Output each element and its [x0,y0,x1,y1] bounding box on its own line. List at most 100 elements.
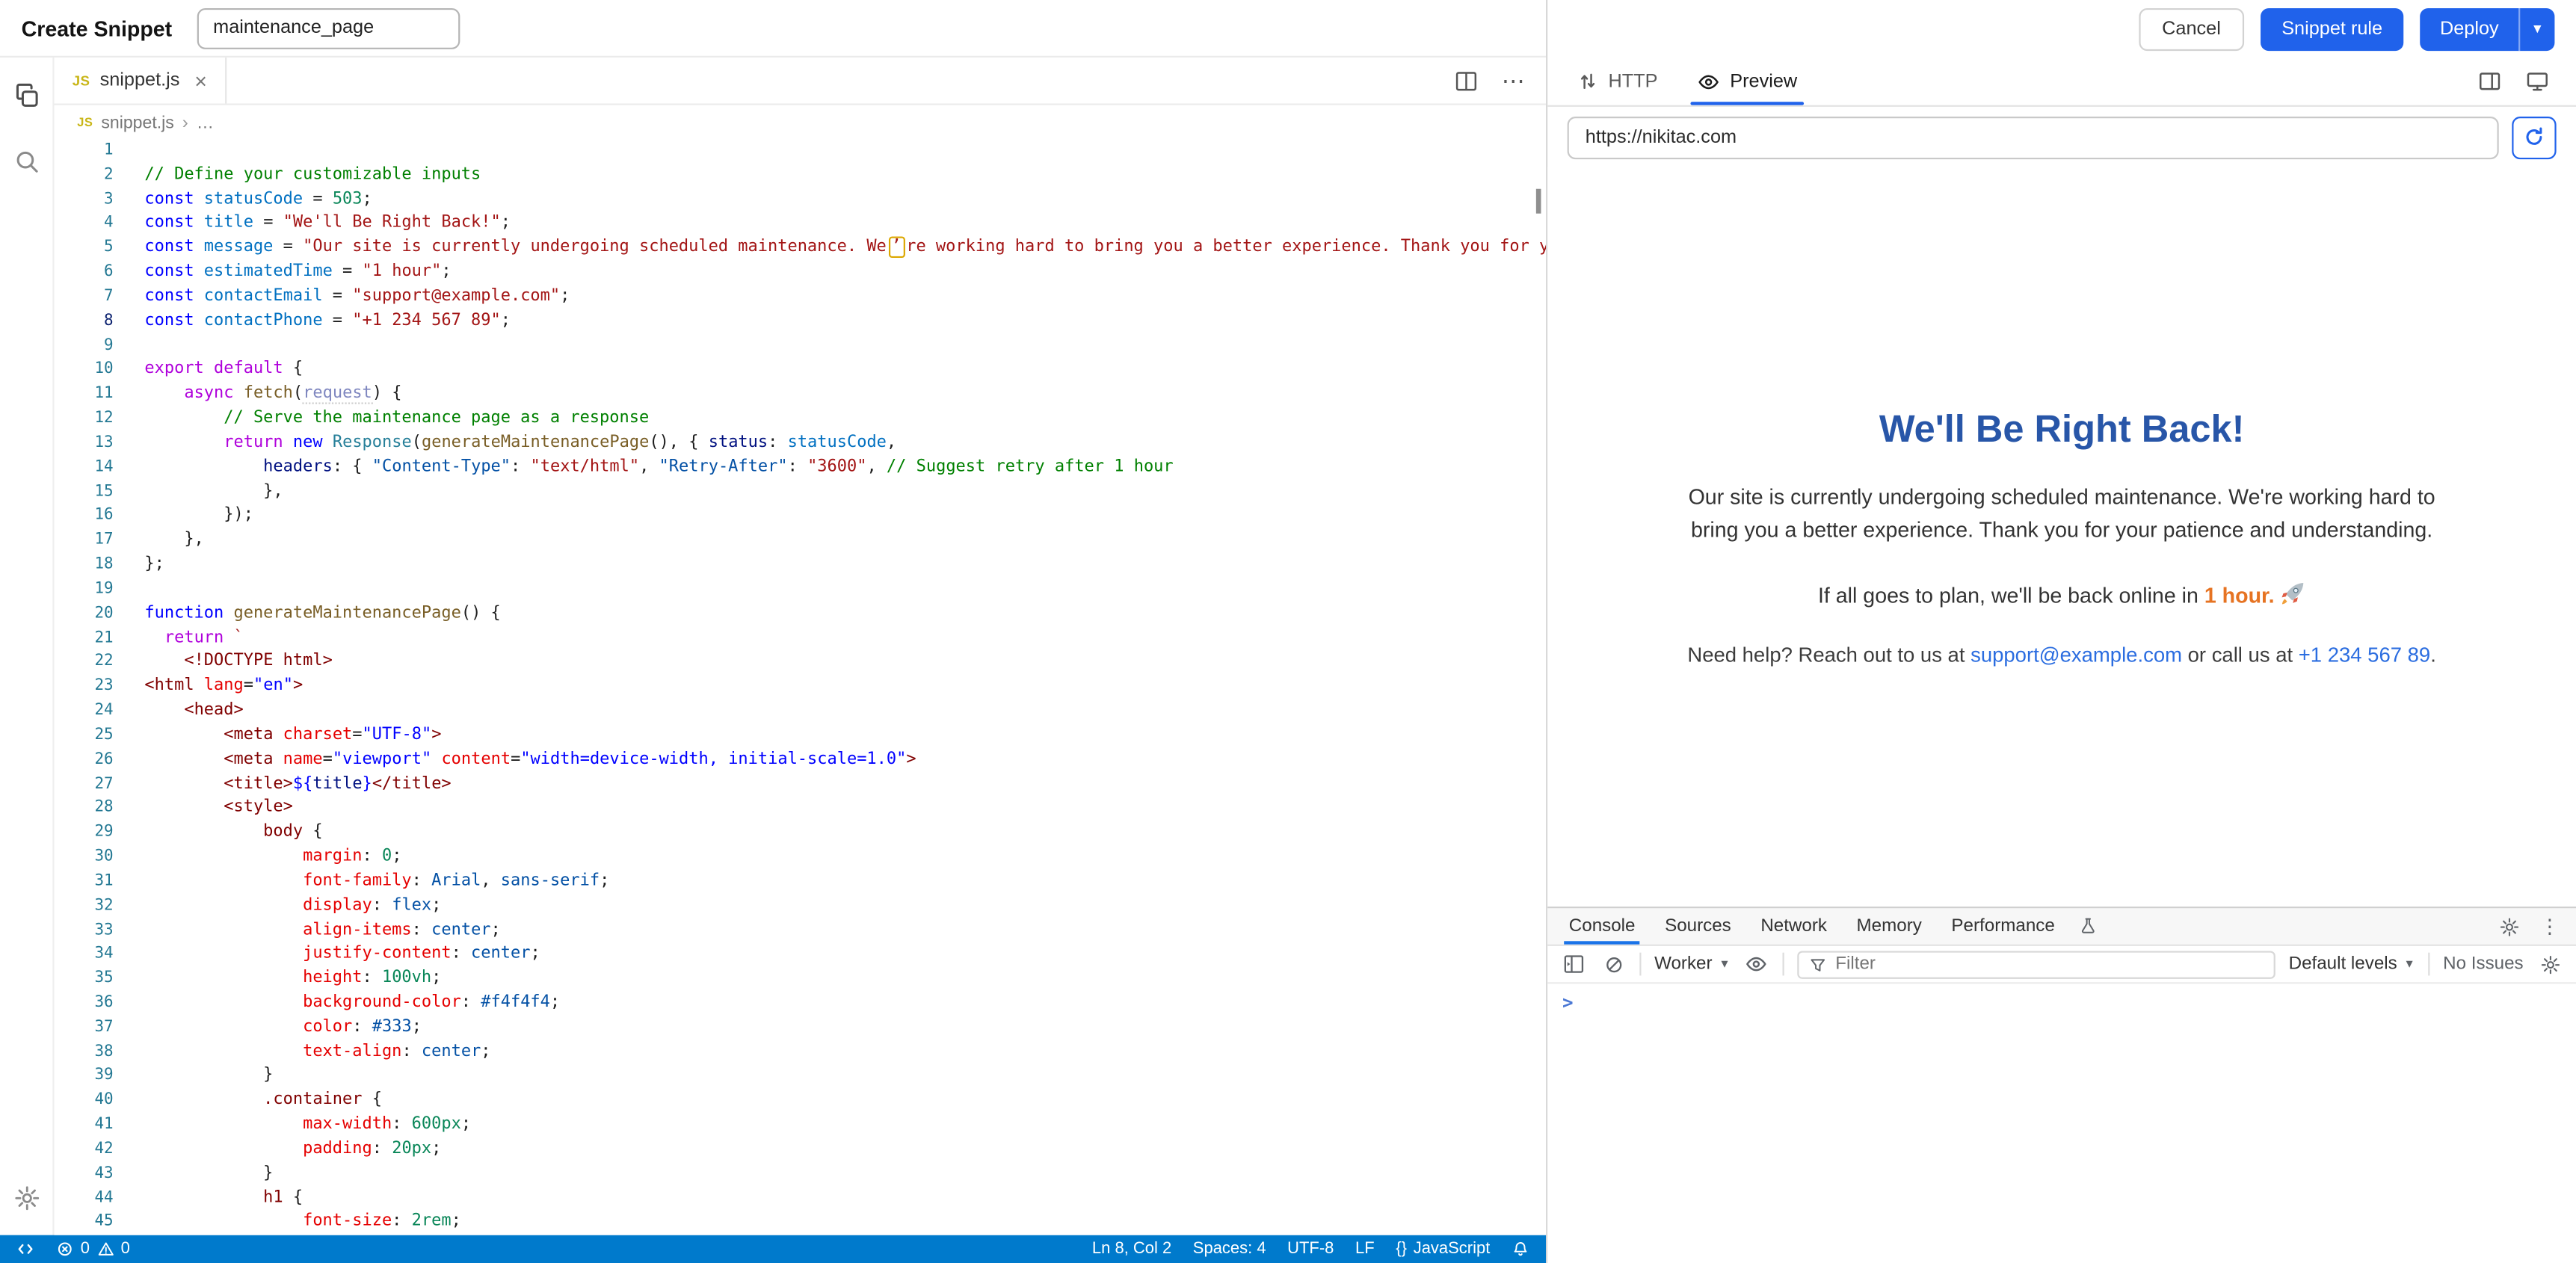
code-line[interactable]: 32 display: flex; [55,895,1547,919]
code-line[interactable]: 1 [55,140,1547,164]
tab-preview[interactable]: Preview [1677,58,1817,105]
help-suffix: . [2430,644,2436,667]
snippet-name-input[interactable] [197,7,460,49]
context-selector[interactable]: Worker ▼ [1654,954,1731,974]
devtools-panel: Console Sources Network Memory Performan… [1547,907,2576,1263]
code-line-content: <meta name="viewport" content="width=dev… [114,749,916,773]
console-output[interactable]: > [1547,983,2576,1263]
more-actions-icon[interactable]: ⋯ [1502,69,1525,92]
phone-link[interactable]: +1 234 567 89 [2299,644,2430,667]
code-line[interactable]: 10export default { [55,359,1547,383]
code-line[interactable]: 17 }, [55,529,1547,554]
code-line[interactable]: 7const contactEmail = "support@example.c… [55,285,1547,310]
devtools-tab-sources[interactable]: Sources [1650,908,1745,944]
url-input[interactable] [1568,116,2499,158]
breadcrumb-more[interactable]: … [197,113,214,132]
code-line[interactable]: 24 <head> [55,700,1547,724]
code-line[interactable]: 43 } [55,1162,1547,1187]
code-line[interactable]: 31 font-family: Arial, sans-serif; [55,870,1547,895]
device-toolbar-icon[interactable] [2525,69,2550,93]
close-icon[interactable]: × [194,70,207,91]
devtools-tab-network[interactable]: Network [1746,908,1842,944]
code-line[interactable]: 8const contactPhone = "+1 234 567 89"; [55,310,1547,335]
devtools-kebab-icon[interactable]: ⋮ [2540,916,2560,936]
code-line[interactable]: 25 <meta charset="UTF-8"> [55,724,1547,749]
code-line[interactable]: 44 h1 { [55,1187,1547,1211]
code-line[interactable]: 23<html lang="en"> [55,676,1547,700]
code-line[interactable]: 15 }, [55,481,1547,505]
code-line[interactable]: 13 return new Response(generateMaintenan… [55,432,1547,457]
refresh-button[interactable] [2512,116,2556,158]
code-line[interactable]: 19 [55,578,1547,602]
code-line[interactable]: 5const message = "Our site is currently … [55,237,1547,262]
code-line[interactable]: 4const title = "We'll Be Right Back!"; [55,213,1547,238]
code-line[interactable]: 36 background-color: #f4f4f4; [55,992,1547,1016]
email-link[interactable]: support@example.com [1970,644,2182,667]
cancel-button[interactable]: Cancel [2139,7,2243,50]
eol-sequence[interactable]: LF [1355,1240,1375,1258]
code-line[interactable]: 20function generateMaintenancePage() { [55,602,1547,627]
split-editor-icon[interactable] [1454,68,1479,93]
code-line[interactable]: 40 .container { [55,1090,1547,1114]
code-line[interactable]: 41 max-width: 600px; [55,1114,1547,1138]
code-line[interactable]: 45 font-size: 2rem; [55,1211,1547,1235]
code-line[interactable]: 18}; [55,554,1547,578]
clear-console-icon[interactable] [1600,951,1627,977]
code-line[interactable]: 42 padding: 20px; [55,1138,1547,1163]
devtools-tab-performance[interactable]: Performance [1937,908,2070,944]
code-line[interactable]: 33 align-items: center; [55,919,1547,944]
line-number: 21 [55,627,114,652]
code-line[interactable]: 34 justify-content: center; [55,943,1547,968]
code-line[interactable]: 39 } [55,1065,1547,1090]
devtools-settings-gear-icon[interactable] [2499,915,2521,937]
remote-indicator[interactable] [16,1240,34,1258]
notifications-bell[interactable] [1512,1240,1529,1258]
console-sidebar-icon[interactable] [1561,951,1587,977]
code-line[interactable]: 28 <style> [55,797,1547,822]
gear-icon[interactable] [11,1182,41,1212]
code-line[interactable]: 29 body { [55,821,1547,846]
code-line[interactable]: 6const estimatedTime = "1 hour"; [55,262,1547,286]
code-line[interactable]: 2// Define your customizable inputs [55,164,1547,188]
language-mode[interactable]: {} JavaScript [1396,1240,1490,1258]
code-editor[interactable]: 12// Define your customizable inputs3con… [55,140,1547,1235]
breadcrumb-file[interactable]: snippet.js [101,113,173,132]
indentation[interactable]: Spaces: 4 [1193,1240,1266,1258]
code-line[interactable]: 9 [55,335,1547,359]
code-line[interactable]: 30 margin: 0; [55,846,1547,871]
filter-input[interactable] [1835,954,2264,974]
deploy-button[interactable]: Deploy [2421,7,2518,50]
code-line[interactable]: 3const statusCode = 503; [55,188,1547,213]
breadcrumb[interactable]: JS snippet.js › … [55,105,1547,140]
code-line[interactable]: 37 color: #333; [55,1016,1547,1041]
cursor-position[interactable]: Ln 8, Col 2 [1092,1240,1171,1258]
app-root: Create Snippet JS snippet.js [0,0,2576,1263]
devtools-tab-console[interactable]: Console [1554,908,1650,944]
tab-http[interactable]: HTTP [1557,58,1677,105]
code-line[interactable]: 11 async fetch(request) { [55,383,1547,408]
columns-layout-icon[interactable] [2477,69,2502,93]
console-settings-gear-icon[interactable] [2536,951,2563,977]
code-line[interactable]: 22 <!DOCTYPE html> [55,651,1547,676]
problems-indicator[interactable]: 0 0 [56,1240,130,1258]
experiments-flask-icon[interactable] [2070,908,2106,944]
code-line[interactable]: 26 <meta name="viewport" content="width=… [55,749,1547,773]
code-line[interactable]: 16 }); [55,505,1547,530]
snippet-rule-button[interactable]: Snippet rule [2261,7,2404,50]
encoding[interactable]: UTF-8 [1287,1240,1334,1258]
live-expression-eye-icon[interactable] [1743,951,1769,977]
console-prompt[interactable]: > [1562,992,1574,1013]
code-line[interactable]: 38 text-align: center; [55,1041,1547,1066]
search-icon[interactable] [11,146,41,176]
code-line[interactable]: 35 height: 100vh; [55,968,1547,992]
devtools-tab-memory[interactable]: Memory [1842,908,1937,944]
snippets-icon[interactable] [11,81,41,111]
code-line[interactable]: 27 <title>${title}</title> [55,773,1547,797]
log-levels-selector[interactable]: Default levels ▼ [2289,954,2415,974]
code-line[interactable]: 21 return ` [55,627,1547,652]
code-line[interactable]: 14 headers: { "Content-Type": "text/html… [55,456,1547,481]
deploy-dropdown-caret[interactable]: ▼ [2518,7,2554,50]
tab-snippet-js[interactable]: JS snippet.js × [55,58,227,104]
code-line[interactable]: 12 // Serve the maintenance page as a re… [55,407,1547,432]
issues-counter[interactable]: No Issues [2443,954,2524,974]
